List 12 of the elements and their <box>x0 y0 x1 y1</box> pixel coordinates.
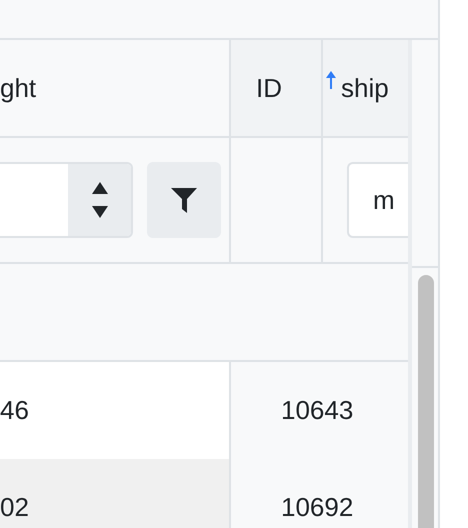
table-cell: 46 <box>0 395 29 426</box>
table-cell-text: 10643 <box>280 395 354 426</box>
filter-field[interactable]: m <box>347 162 408 238</box>
filter-icon <box>171 187 197 213</box>
column-header[interactable]: ght <box>0 40 231 138</box>
table-cell: 02 <box>0 492 29 523</box>
number-field[interactable] <box>0 162 133 238</box>
filter-button[interactable] <box>147 162 221 238</box>
spinner-arrows-icon[interactable] <box>90 180 108 220</box>
column-header[interactable]: ship <box>323 40 408 138</box>
table-cell-text: 10692 <box>280 492 354 523</box>
column-header[interactable]: ID <box>231 40 323 138</box>
